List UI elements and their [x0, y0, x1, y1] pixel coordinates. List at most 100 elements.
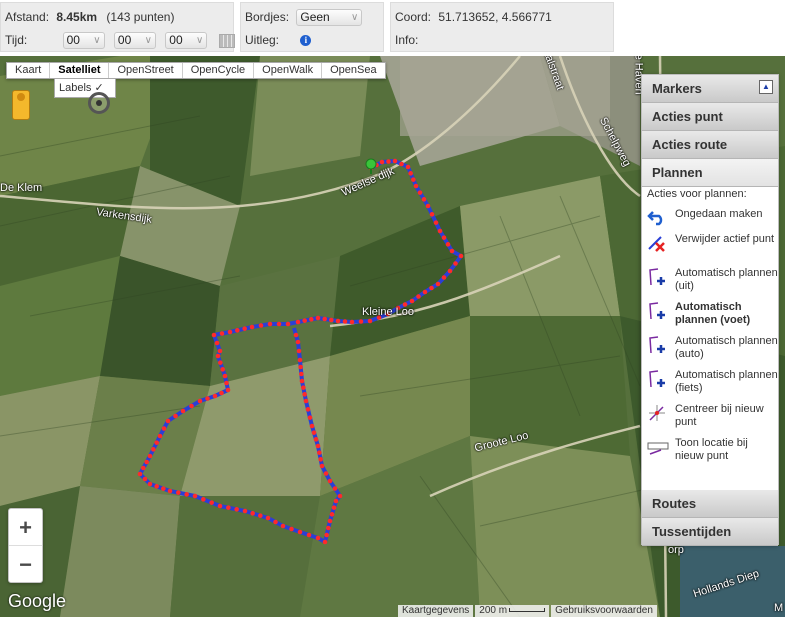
- route-point[interactable]: [433, 220, 439, 225]
- route-point[interactable]: [329, 512, 335, 517]
- route-point[interactable]: [405, 164, 411, 170]
- route-point[interactable]: [315, 535, 321, 541]
- route-point[interactable]: [295, 319, 301, 325]
- route-point[interactable]: [157, 433, 163, 439]
- route-point[interactable]: [273, 519, 278, 525]
- route-point[interactable]: [147, 481, 153, 487]
- route-point[interactable]: [142, 476, 148, 482]
- route-point[interactable]: [331, 505, 337, 510]
- route-point[interactable]: [249, 324, 255, 330]
- route-point[interactable]: [302, 318, 307, 323]
- route-point[interactable]: [258, 513, 263, 518]
- route-point[interactable]: [197, 398, 203, 404]
- route-point[interactable]: [322, 539, 328, 545]
- route-point[interactable]: [201, 497, 206, 502]
- section-routes[interactable]: Routes: [642, 490, 778, 518]
- map-type-kaart[interactable]: Kaart: [7, 63, 51, 78]
- route-point[interactable]: [224, 380, 229, 386]
- route-point[interactable]: [332, 486, 338, 491]
- route-point[interactable]: [335, 318, 341, 324]
- route-point[interactable]: [458, 253, 464, 259]
- route-point[interactable]: [144, 459, 149, 465]
- route-point[interactable]: [319, 463, 325, 469]
- route-point[interactable]: [299, 371, 304, 377]
- calculator-icon[interactable]: [218, 33, 235, 48]
- route-point[interactable]: [333, 498, 339, 504]
- route-point[interactable]: [411, 177, 416, 182]
- route-point[interactable]: [212, 393, 218, 399]
- route-point[interactable]: [219, 331, 225, 336]
- my-location-icon[interactable]: [88, 92, 110, 114]
- map-type-satelliet[interactable]: Satelliet: [50, 63, 110, 78]
- route-point[interactable]: [301, 385, 306, 390]
- street-view-pegman-icon[interactable]: [12, 90, 30, 120]
- route-point[interactable]: [386, 159, 391, 164]
- info-icon[interactable]: i: [300, 35, 312, 47]
- route-point[interactable]: [250, 511, 255, 516]
- route-point[interactable]: [151, 447, 156, 452]
- route-point[interactable]: [425, 203, 431, 209]
- section-plannen[interactable]: Plannen: [642, 159, 778, 187]
- route-point[interactable]: [154, 440, 159, 445]
- route-point[interactable]: [215, 353, 221, 359]
- route-point[interactable]: [358, 319, 364, 324]
- route-point[interactable]: [226, 505, 231, 510]
- route-point[interactable]: [429, 212, 435, 217]
- route-point[interactable]: [349, 319, 355, 325]
- route-point[interactable]: [337, 493, 343, 499]
- route-point[interactable]: [184, 492, 189, 497]
- section-acties-punt[interactable]: Acties punt: [642, 103, 778, 131]
- zoom-out-button[interactable]: −: [9, 546, 42, 583]
- route-point[interactable]: [214, 340, 220, 346]
- route-point[interactable]: [315, 443, 321, 449]
- route-point[interactable]: [435, 281, 441, 287]
- route-point[interactable]: [258, 323, 264, 328]
- route-point[interactable]: [322, 316, 327, 322]
- route-point[interactable]: [167, 488, 173, 494]
- route-point[interactable]: [309, 317, 314, 322]
- route-point[interactable]: [379, 159, 385, 165]
- signs-select[interactable]: Geen ∨: [296, 9, 363, 27]
- route-point[interactable]: [329, 317, 334, 323]
- route-point[interactable]: [421, 197, 427, 202]
- route-point[interactable]: [267, 321, 273, 327]
- map-type-opensea[interactable]: OpenSea: [322, 63, 384, 78]
- route-point[interactable]: [265, 515, 271, 521]
- route-point[interactable]: [285, 321, 291, 327]
- map-type-openwalk[interactable]: OpenWalk: [254, 63, 323, 78]
- map-type-opencycle[interactable]: OpenCycle: [183, 63, 255, 78]
- route-point[interactable]: [323, 471, 329, 476]
- route-point[interactable]: [297, 529, 303, 535]
- route-point[interactable]: [154, 484, 159, 489]
- route-point[interactable]: [137, 471, 143, 477]
- route-point[interactable]: [209, 500, 214, 505]
- route-point[interactable]: [242, 326, 247, 331]
- route-point[interactable]: [205, 396, 210, 401]
- route-point[interactable]: [324, 532, 329, 538]
- route-point[interactable]: [313, 437, 319, 442]
- route-point[interactable]: [437, 228, 443, 234]
- route-point[interactable]: [449, 248, 455, 254]
- route-point[interactable]: [413, 183, 419, 189]
- route-point[interactable]: [303, 398, 309, 404]
- route-point[interactable]: [220, 367, 225, 372]
- route-point[interactable]: [409, 298, 415, 304]
- minutes-select[interactable]: 00 ∨: [113, 32, 156, 50]
- route-point[interactable]: [219, 390, 224, 396]
- route-point[interactable]: [222, 373, 228, 379]
- route-point[interactable]: [276, 321, 282, 327]
- route-point[interactable]: [211, 332, 217, 338]
- route-point[interactable]: [147, 453, 153, 459]
- hours-select[interactable]: 00 ∨: [62, 32, 105, 50]
- route-point[interactable]: [189, 403, 194, 409]
- route-point[interactable]: [441, 235, 447, 240]
- route-point[interactable]: [161, 486, 166, 491]
- section-acties-route[interactable]: Acties route: [642, 131, 778, 159]
- map-type-openstreet[interactable]: OpenStreet: [109, 63, 183, 78]
- route-point[interactable]: [429, 285, 434, 291]
- zoom-in-button[interactable]: +: [9, 509, 42, 546]
- route-point[interactable]: [305, 407, 311, 412]
- route-point[interactable]: [225, 387, 231, 393]
- route-point[interactable]: [327, 518, 333, 524]
- route-point[interactable]: [299, 378, 305, 384]
